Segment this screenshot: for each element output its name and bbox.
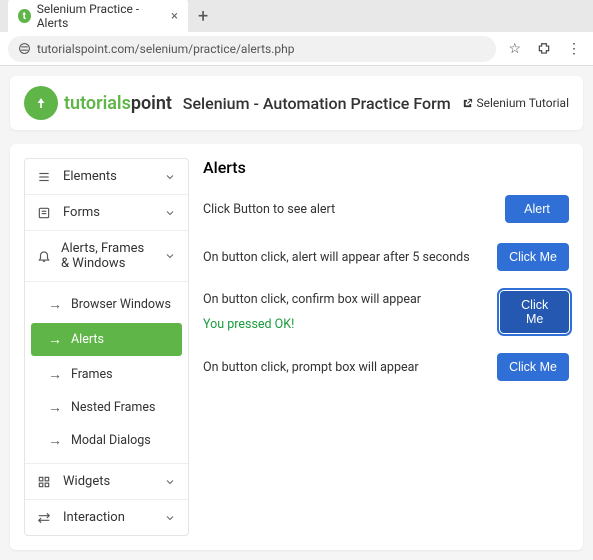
bookmark-icon[interactable]: ☆ [504, 41, 525, 57]
sidebar-sub-frames[interactable]: → Frames [25, 358, 188, 391]
main-panel: Alerts Click Button to see alert Alert O… [203, 158, 569, 536]
bell-icon [37, 249, 51, 263]
new-tab-button[interactable]: + [188, 6, 218, 27]
site-info-icon[interactable] [18, 42, 31, 55]
chevron-down-icon [164, 512, 176, 524]
sidebar-item-widgets[interactable]: Widgets [25, 464, 188, 500]
close-icon[interactable]: × [171, 9, 178, 24]
arrow-right-icon: → [47, 366, 63, 383]
page-title: Selenium - Automation Practice Form [172, 94, 462, 113]
list-icon [37, 170, 53, 184]
section-heading: Alerts [203, 158, 569, 177]
alert-row-simple: Click Button to see alert Alert [203, 195, 569, 223]
address-bar: tutorialspoint.com/selenium/practice/ale… [0, 32, 593, 66]
external-link-icon [462, 98, 473, 109]
chevron-down-icon [164, 476, 176, 488]
logo-icon [24, 86, 58, 120]
sidebar-sub-browser-windows[interactable]: → Browser Windows [25, 288, 188, 321]
confirm-button[interactable]: Click Me [500, 291, 569, 333]
prompt-button[interactable]: Click Me [497, 353, 569, 381]
alert-row-delayed: On button click, alert will appear after… [203, 243, 569, 271]
logo[interactable]: tutorialspoint [24, 86, 172, 120]
tab-title: Selenium Practice - Alerts [37, 2, 161, 30]
tab-bar: t Selenium Practice - Alerts × + [0, 0, 593, 32]
chevron-down-icon [164, 207, 176, 219]
sidebar-sub-alerts[interactable]: → Alerts [31, 323, 182, 356]
arrow-right-icon: → [47, 432, 63, 449]
browser-tab[interactable]: t Selenium Practice - Alerts × [8, 0, 188, 36]
menu-icon[interactable]: ⋮ [563, 41, 585, 57]
extensions-icon[interactable] [533, 42, 555, 56]
row-text: On button click, confirm box will appear [203, 292, 421, 307]
sidebar-item-interaction[interactable]: Interaction [25, 500, 188, 535]
page-body: tutorialspoint Selenium - Automation Pra… [0, 66, 593, 560]
delayed-alert-button[interactable]: Click Me [497, 243, 569, 271]
row-text: On button click, prompt box will appear [203, 360, 419, 375]
row-text: Click Button to see alert [203, 202, 335, 217]
favicon-icon: t [18, 9, 31, 23]
row-text: On button click, alert will appear after… [203, 250, 470, 265]
alert-row-prompt: On button click, prompt box will appear … [203, 353, 569, 381]
arrow-right-icon: → [47, 399, 63, 416]
url-field[interactable]: tutorialspoint.com/selenium/practice/ale… [8, 36, 496, 62]
confirm-result: You pressed OK! [203, 317, 294, 332]
sidebar-item-elements[interactable]: Elements [25, 159, 188, 195]
content-area: Elements Forms Alerts, Frames & Windows [10, 144, 583, 550]
sidebar-submenu: → Browser Windows → Alerts → Frames → Ne… [25, 282, 188, 464]
alert-button[interactable]: Alert [505, 195, 569, 223]
page-header: tutorialspoint Selenium - Automation Pra… [10, 76, 583, 130]
alert-row-confirm: On button click, confirm box will appear… [203, 291, 569, 333]
selenium-tutorial-link[interactable]: Selenium Tutorial [462, 96, 570, 110]
form-icon [37, 206, 53, 220]
chevron-down-icon [164, 171, 176, 183]
sidebar-item-forms[interactable]: Forms [25, 195, 188, 231]
arrow-right-icon: → [47, 296, 63, 313]
arrow-right-icon: → [47, 331, 63, 348]
chevron-down-icon [164, 250, 176, 262]
sidebar-sub-nested-frames[interactable]: → Nested Frames [25, 391, 188, 424]
logo-text: tutorialspoint [64, 93, 172, 114]
browser-chrome: t Selenium Practice - Alerts × + tutoria… [0, 0, 593, 66]
sidebar: Elements Forms Alerts, Frames & Windows [24, 158, 189, 536]
grid-icon [37, 475, 53, 489]
url-text: tutorialspoint.com/selenium/practice/ale… [37, 42, 294, 56]
sidebar-item-alerts-frames[interactable]: Alerts, Frames & Windows [25, 231, 188, 282]
sidebar-sub-modal-dialogs[interactable]: → Modal Dialogs [25, 424, 188, 457]
